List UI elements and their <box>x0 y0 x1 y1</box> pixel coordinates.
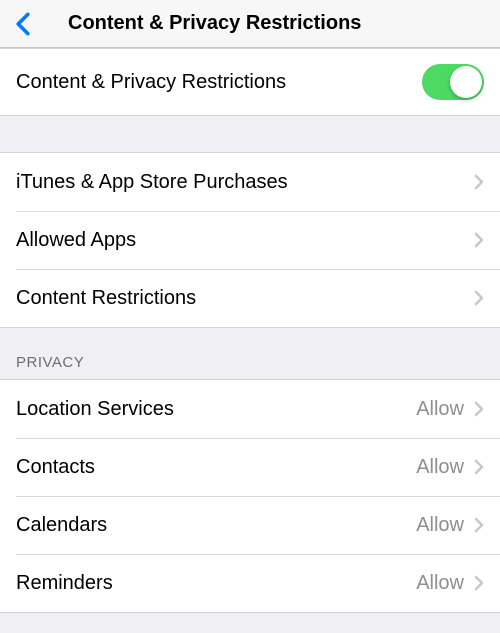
toggle-knob <box>450 66 482 98</box>
calendars-value: Allow <box>416 514 464 537</box>
reminders-value: Allow <box>416 572 464 595</box>
chevron-right-icon <box>474 174 484 190</box>
calendars-row[interactable]: Calendars Allow <box>0 496 500 554</box>
contacts-row[interactable]: Contacts Allow <box>0 438 500 496</box>
content-privacy-label: Content & Privacy Restrictions <box>16 71 286 94</box>
contacts-value: Allow <box>416 456 464 479</box>
location-services-value: Allow <box>416 398 464 421</box>
chevron-right-icon <box>474 290 484 306</box>
location-services-row[interactable]: Location Services Allow <box>0 380 500 438</box>
contacts-label: Contacts <box>16 456 95 479</box>
allowed-apps-row[interactable]: Allowed Apps <box>0 211 500 269</box>
itunes-app-store-row[interactable]: iTunes & App Store Purchases <box>0 153 500 211</box>
calendars-label: Calendars <box>16 514 107 537</box>
location-services-label: Location Services <box>16 398 174 421</box>
reminders-label: Reminders <box>16 572 113 595</box>
chevron-right-icon <box>474 401 484 417</box>
reminders-row[interactable]: Reminders Allow <box>0 554 500 612</box>
content: Content & Privacy Restrictions iTunes & … <box>0 48 500 613</box>
chevron-left-icon <box>15 12 31 36</box>
main-toggle-group: Content & Privacy Restrictions <box>0 48 500 116</box>
itunes-app-store-label: iTunes & App Store Purchases <box>16 171 288 194</box>
nav-bar: Content & Privacy Restrictions <box>0 0 500 48</box>
content-restrictions-label: Content Restrictions <box>16 287 196 310</box>
purchases-group: iTunes & App Store Purchases Allowed App… <box>0 152 500 328</box>
privacy-group: Location Services Allow Contacts Allow C… <box>0 379 500 613</box>
page-title: Content & Privacy Restrictions <box>68 12 361 35</box>
content-privacy-toggle-row[interactable]: Content & Privacy Restrictions <box>0 49 500 115</box>
content-privacy-toggle[interactable] <box>422 64 484 100</box>
chevron-right-icon <box>474 517 484 533</box>
privacy-header: Privacy <box>0 328 500 379</box>
chevron-right-icon <box>474 459 484 475</box>
chevron-right-icon <box>474 232 484 248</box>
content-restrictions-row[interactable]: Content Restrictions <box>0 269 500 327</box>
back-button[interactable] <box>10 11 36 37</box>
chevron-right-icon <box>474 575 484 591</box>
allowed-apps-label: Allowed Apps <box>16 229 136 252</box>
section-gap <box>0 116 500 152</box>
